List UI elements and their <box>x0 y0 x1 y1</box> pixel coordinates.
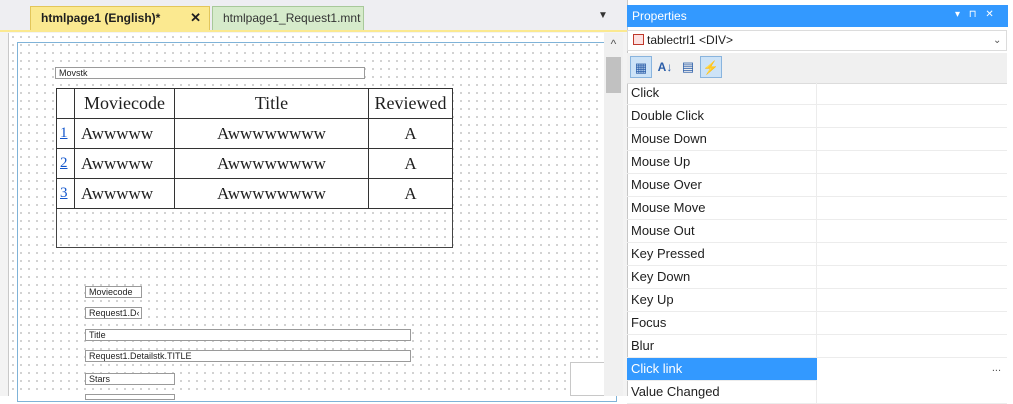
request1-title-field[interactable]: Request1.Detailstk.TITLE <box>85 350 411 362</box>
events-grid: Click Double Click Mouse Down Mouse Up Mouse… <box>627 82 1007 404</box>
tab-htmlpage1-english[interactable]: htmlpage1 (English)* ✕ <box>30 6 210 31</box>
row-link[interactable]: 1 <box>56 118 75 149</box>
close-icon[interactable]: ✕ <box>190 10 201 26</box>
object-selector[interactable]: tablectrl1 <DIV> <box>627 30 1007 51</box>
cell-reviewed: A <box>368 118 453 149</box>
table-header-row: Moviecode Title Reviewed <box>56 88 453 119</box>
stars-field[interactable] <box>85 394 175 400</box>
tab-label: htmlpage1 (English)* <box>41 11 161 25</box>
column-separator <box>816 266 817 289</box>
event-row[interactable]: Mouse Over <box>627 174 1007 197</box>
tab-label: htmlpage1_Request1.mnt <box>223 11 361 25</box>
event-name: Click <box>631 85 660 100</box>
event-row[interactable]: Key Pressed <box>627 243 1007 266</box>
event-row[interactable]: Click <box>627 82 1007 105</box>
event-name: Mouse Up <box>631 154 691 169</box>
cell-moviecode: Awwwww <box>74 148 175 179</box>
table-row: 1 Awwwww Awwwwwwww A <box>56 118 453 149</box>
row-link[interactable]: 2 <box>56 148 75 179</box>
event-name: Key Down <box>631 269 691 284</box>
ellipsis-button[interactable]: ... <box>992 362 1001 374</box>
column-separator <box>816 105 817 128</box>
table-row: 3 Awwwww Awwwwwwww A <box>56 178 453 209</box>
event-row[interactable]: Key Down <box>627 266 1007 289</box>
panel-window-controls-icon[interactable]: ▾ ⊓ ✕ <box>955 9 997 20</box>
header-num <box>56 88 75 119</box>
cell-title: Awwwwwwww <box>174 118 369 149</box>
request1-d-field[interactable]: Request1.D‹ <box>85 307 142 319</box>
event-name: Mouse Out <box>631 223 695 238</box>
tab-underline <box>0 30 627 32</box>
event-row[interactable]: Mouse Move <box>627 197 1007 220</box>
object-selector-value: tablectrl1 <DIV> <box>647 33 734 47</box>
column-separator <box>816 312 817 335</box>
event-name: Click link <box>631 361 683 376</box>
cell-title: Awwwwwwww <box>174 178 369 209</box>
tab-dropdown-icon[interactable]: ▼ <box>598 10 608 21</box>
stars-label[interactable]: Stars <box>85 373 175 385</box>
event-name: Blur <box>631 338 655 353</box>
column-separator <box>816 335 817 358</box>
column-separator <box>816 289 817 312</box>
scroll-thumb[interactable] <box>606 57 621 93</box>
event-name: Double Click <box>631 108 704 123</box>
chevron-down-icon[interactable]: ⌄ <box>993 35 1001 46</box>
event-row[interactable]: Mouse Out <box>627 220 1007 243</box>
column-separator <box>816 174 817 197</box>
document-tab-bar: htmlpage1 (English)* ✕ htmlpage1_Request… <box>0 0 627 31</box>
tab-htmlpage1-request1[interactable]: htmlpage1_Request1.mnt <box>212 6 364 31</box>
events-lightning-icon[interactable]: ⚡ <box>700 56 722 78</box>
cell-title: Awwwwwwww <box>174 148 369 179</box>
header-title: Title <box>174 88 369 119</box>
event-row[interactable]: Mouse Up <box>627 151 1007 174</box>
properties-title: Properties <box>627 5 1008 27</box>
event-row[interactable]: Focus <box>627 312 1007 335</box>
cell-reviewed: A <box>368 178 453 209</box>
movstk-label[interactable]: Movstk <box>55 67 365 79</box>
event-row[interactable]: Mouse Down <box>627 128 1007 151</box>
column-separator <box>816 220 817 243</box>
event-name: Key Up <box>631 292 674 307</box>
categorized-icon[interactable]: ▦ <box>630 56 652 78</box>
row-link[interactable]: 3 <box>56 178 75 209</box>
column-separator <box>816 243 817 266</box>
div-control-icon <box>633 34 644 45</box>
header-moviecode: Moviecode <box>74 88 175 119</box>
event-value-field[interactable] <box>817 358 1007 381</box>
column-separator <box>816 151 817 174</box>
alphabetical-sort-icon[interactable]: A↓ <box>654 56 676 78</box>
moviecode-label[interactable]: Moviecode <box>85 286 142 298</box>
event-name: Mouse Down <box>631 131 707 146</box>
event-name: Mouse Over <box>631 177 702 192</box>
event-row[interactable]: Double Click <box>627 105 1007 128</box>
cell-reviewed: A <box>368 148 453 179</box>
column-separator <box>816 197 817 220</box>
title-label[interactable]: Title <box>85 329 411 341</box>
event-name: Focus <box>631 315 667 330</box>
event-name: Value Changed <box>631 384 720 399</box>
column-separator <box>816 82 817 105</box>
event-name: Key Pressed <box>631 246 705 261</box>
event-row[interactable]: Key Up <box>627 289 1007 312</box>
header-reviewed: Reviewed <box>368 88 453 119</box>
event-row[interactable]: Click link... <box>627 358 1007 381</box>
movie-table[interactable]: Moviecode Title Reviewed 1 Awwwww Awwwww… <box>56 88 453 209</box>
scroll-up-icon[interactable]: ^ <box>604 37 623 51</box>
event-row[interactable]: Value Changed <box>627 381 1007 404</box>
cell-moviecode: Awwwww <box>74 118 175 149</box>
column-separator <box>816 128 817 151</box>
event-name: Mouse Move <box>631 200 706 215</box>
properties-view-icon[interactable]: ▤ <box>677 56 699 78</box>
event-row[interactable]: Blur <box>627 335 1007 358</box>
cell-moviecode: Awwwww <box>74 178 175 209</box>
table-row: 2 Awwwww Awwwwwwww A <box>56 148 453 179</box>
column-separator <box>816 381 817 404</box>
